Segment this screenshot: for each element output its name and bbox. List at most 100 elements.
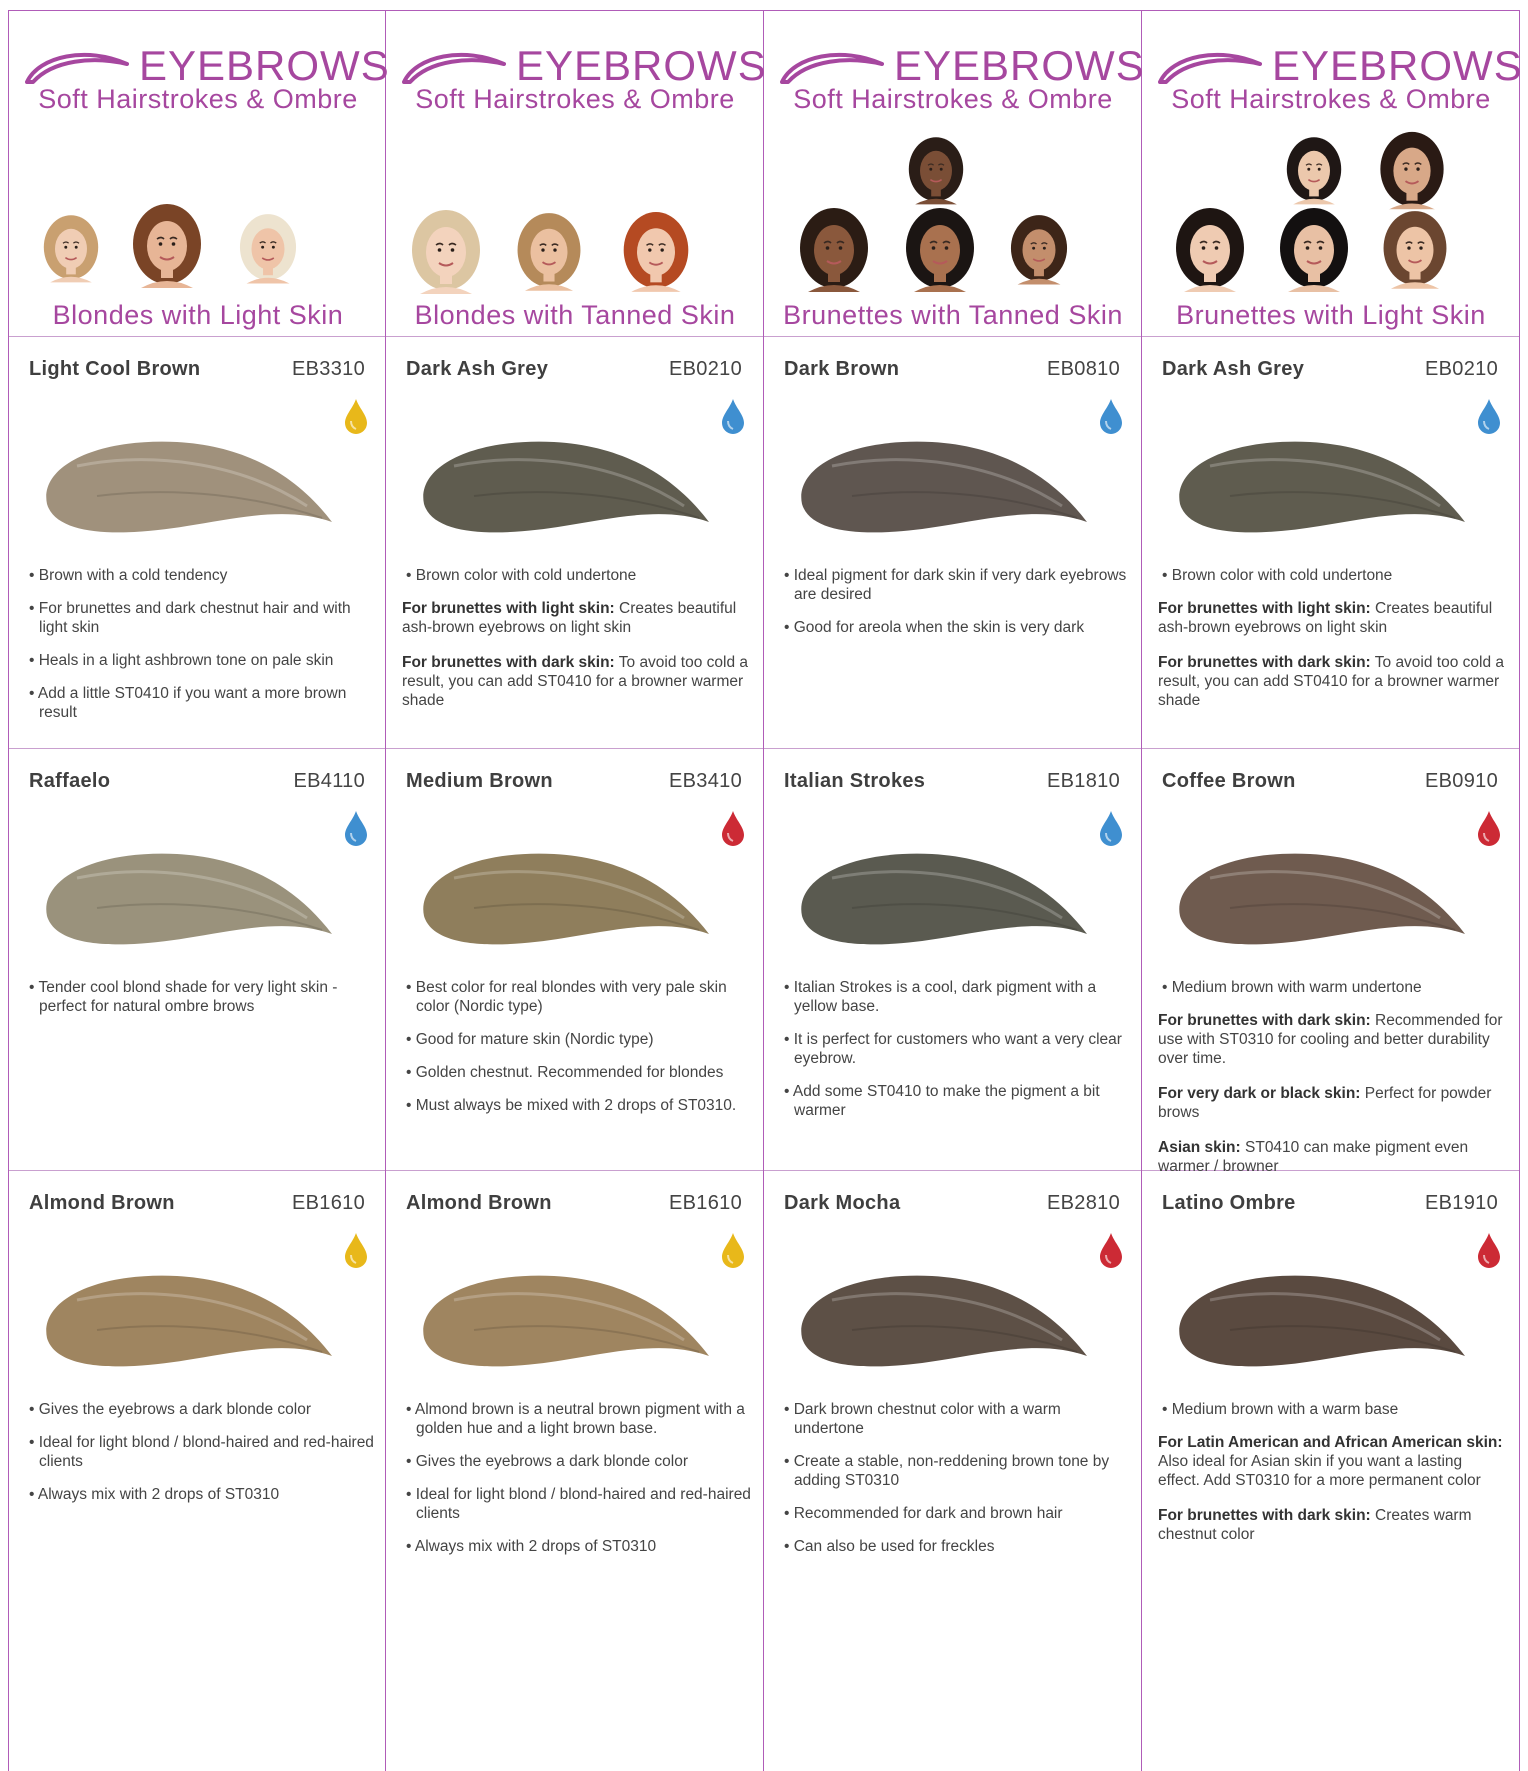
description-bullet: Ideal pigment for dark skin if very dark… [780, 566, 1130, 604]
description-bullet: Always mix with 2 drops of ST0310 [25, 1485, 375, 1504]
paragraph-heading: For brunettes with dark skin: [1158, 1012, 1371, 1029]
pigment-card: Dark Ash Grey EB0210 Brown color with cold… [1142, 336, 1520, 748]
pigment-swatch [1179, 1275, 1465, 1367]
description-bullet: Medium brown with warm undertone [1158, 978, 1508, 997]
red-drop-icon [1100, 1233, 1122, 1268]
paragraph-heading: For brunettes with light skin: [1158, 600, 1371, 617]
face-red-hair-portrait [618, 210, 694, 292]
pigment-card: Italian Strokes EB1810 Italian Strokes is … [764, 748, 1142, 1170]
face-long-black-portrait [900, 206, 980, 292]
pigment-code: EB3310 [292, 358, 365, 380]
pigment-description: Ideal pigment for dark skin if very dark… [780, 566, 1130, 651]
description-paragraph: For brunettes with light skin: Creates b… [402, 599, 752, 637]
pigment-card: Light Cool Brown EB3310 Brown with a cold … [9, 336, 387, 748]
description-bullet: Almond brown is a neutral brown pigment … [402, 1400, 752, 1438]
description-paragraph: For Latin American and African American … [1158, 1433, 1508, 1490]
pigment-name: Coffee Brown [1162, 770, 1296, 792]
face-dark-bun-portrait [904, 135, 968, 205]
red-drop-icon [1478, 811, 1500, 846]
description-text: Brown with a cold tendency [38, 567, 228, 584]
pigment-code: EB0210 [669, 358, 742, 380]
pigment-card: Latino Ombre EB1910 Medium brown with a wa… [1142, 1170, 1520, 1771]
pigment-code: EB0210 [1425, 358, 1498, 380]
brand-title: EYEBROWS [894, 42, 1145, 89]
red-drop-icon [1478, 1233, 1500, 1268]
description-text: Must always be mixed with 2 drops of ST0… [415, 1097, 737, 1114]
face-asian-bob-portrait [1282, 135, 1346, 205]
pigment-swatch [801, 853, 1087, 945]
pigment-swatch [1179, 441, 1465, 533]
pigment-code: EB0810 [1047, 358, 1120, 380]
description-text: Brown color with cold undertone [415, 567, 637, 584]
skin-group-label: Blondes with Tanned Skin [414, 300, 736, 330]
description-bullet: Ideal for light blond / blond-haired and… [402, 1485, 752, 1523]
pigment-card: Dark Mocha EB2810 Dark brown chestnut colo… [764, 1170, 1142, 1771]
face-brown-waves-portrait [1378, 209, 1452, 289]
description-bullet: Add some ST0410 to make the pigment a bi… [780, 1082, 1130, 1120]
description-bullet: Recommended for dark and brown hair [780, 1504, 1130, 1523]
description-text: Also ideal for Asian skin if you want a … [1158, 1453, 1481, 1489]
blue-drop-icon [1100, 399, 1122, 434]
pigment-code: EB3410 [669, 770, 742, 792]
pigment-description: Gives the eyebrows a dark blonde color Id… [25, 1400, 375, 1518]
face-ombre-blonde-portrait [512, 211, 586, 291]
description-bullet: Brown with a cold tendency [25, 566, 375, 585]
pigment-code: EB4110 [293, 770, 365, 792]
pigment-name: Dark Brown [784, 358, 900, 380]
brand-title: EYEBROWS [139, 42, 390, 89]
pigment-swatch [46, 853, 332, 945]
pigment-card: Almond Brown EB1610 Gives the eyebrows a d… [9, 1170, 387, 1771]
face-white-bob-portrait [235, 212, 301, 284]
face-dark-wavy-portrait [1006, 213, 1072, 285]
description-paragraph: For brunettes with dark skin: To avoid t… [402, 653, 752, 710]
description-text: Can also be used for freckles [793, 1538, 995, 1555]
description-text: For brunettes and dark chestnut hair and… [38, 600, 351, 636]
blue-drop-icon [345, 811, 367, 846]
face-curly-blonde-portrait [39, 213, 103, 283]
description-text: Tender cool blond shade for very light s… [38, 979, 338, 1015]
description-text: Always mix with 2 drops of ST0310 [414, 1538, 657, 1555]
pigment-name: Latino Ombre [1162, 1192, 1296, 1214]
eyebrow-arch-icon [402, 52, 506, 84]
pigment-card: Medium Brown EB3410 Best color for real bl… [386, 748, 764, 1170]
chart-grid: EYEBROWS Soft Hairstrokes & Ombre Blondes … [8, 10, 1522, 1771]
description-bullet: Must always be mixed with 2 drops of ST0… [402, 1096, 752, 1115]
paragraph-heading: For brunettes with dark skin: [1158, 654, 1371, 671]
pigment-description: Dark brown chestnut color with a warm un… [780, 1400, 1130, 1570]
description-bullet: Can also be used for freckles [780, 1537, 1130, 1556]
pigment-description: Best color for real blondes with very pa… [402, 978, 752, 1129]
description-bullet: Best color for real blondes with very pa… [402, 978, 752, 1016]
description-bullet: Brown color with cold undertone [402, 566, 752, 585]
column-header: EYEBROWS Soft Hairstrokes & Ombre Brunette… [1142, 10, 1522, 378]
pigment-name: Dark Mocha [784, 1192, 901, 1214]
column-1: EYEBROWS Soft Hairstrokes & Ombre Blondes … [8, 10, 389, 1771]
description-text: Best color for real blondes with very pa… [415, 979, 727, 1015]
description-bullet: Good for areola when the skin is very da… [780, 618, 1130, 637]
description-paragraph: For brunettes with dark skin: Creates wa… [1158, 1506, 1508, 1544]
pigment-name: Almond Brown [29, 1192, 175, 1214]
yellow-drop-icon [345, 1233, 367, 1268]
brand-subtitle: Soft Hairstrokes & Ombre [1171, 84, 1491, 114]
face-long-wavy-portrait [1170, 206, 1250, 292]
description-text: Gives the eyebrows a dark blonde color [38, 1401, 311, 1418]
pigment-card: Dark Brown EB0810 Ideal pigment for dark s… [764, 336, 1142, 748]
pigment-name: Medium Brown [406, 770, 553, 792]
pigment-card: Dark Ash Grey EB0210 Brown color with cold… [386, 336, 764, 748]
pigment-card: Coffee Brown EB0910 Medium brown with warm… [1142, 748, 1520, 1175]
brand-title: EYEBROWS [516, 42, 767, 89]
pigment-description: Brown with a cold tendency For brunettes … [25, 566, 375, 736]
column-2: EYEBROWS Soft Hairstrokes & Ombre Blondes … [386, 10, 767, 1771]
paragraph-heading: For brunettes with light skin: [402, 600, 615, 617]
pigment-swatch [423, 1275, 709, 1367]
pigment-name: Italian Strokes [784, 770, 926, 792]
description-bullet: Medium brown with a warm base [1158, 1400, 1508, 1419]
pigment-description: Brown color with cold undertone For brune… [402, 566, 752, 726]
pigment-code: EB2810 [1047, 1192, 1120, 1214]
pigment-name: Light Cool Brown [29, 358, 201, 380]
eyebrow-arch-icon [780, 52, 884, 84]
pigment-swatch [46, 441, 332, 533]
description-text: Good for areola when the skin is very da… [793, 619, 1085, 636]
pigment-code: EB1610 [669, 1192, 742, 1214]
eyebrow-arch-icon [1158, 52, 1262, 84]
column-3: EYEBROWS Soft Hairstrokes & Ombre Brunette… [764, 10, 1145, 1771]
